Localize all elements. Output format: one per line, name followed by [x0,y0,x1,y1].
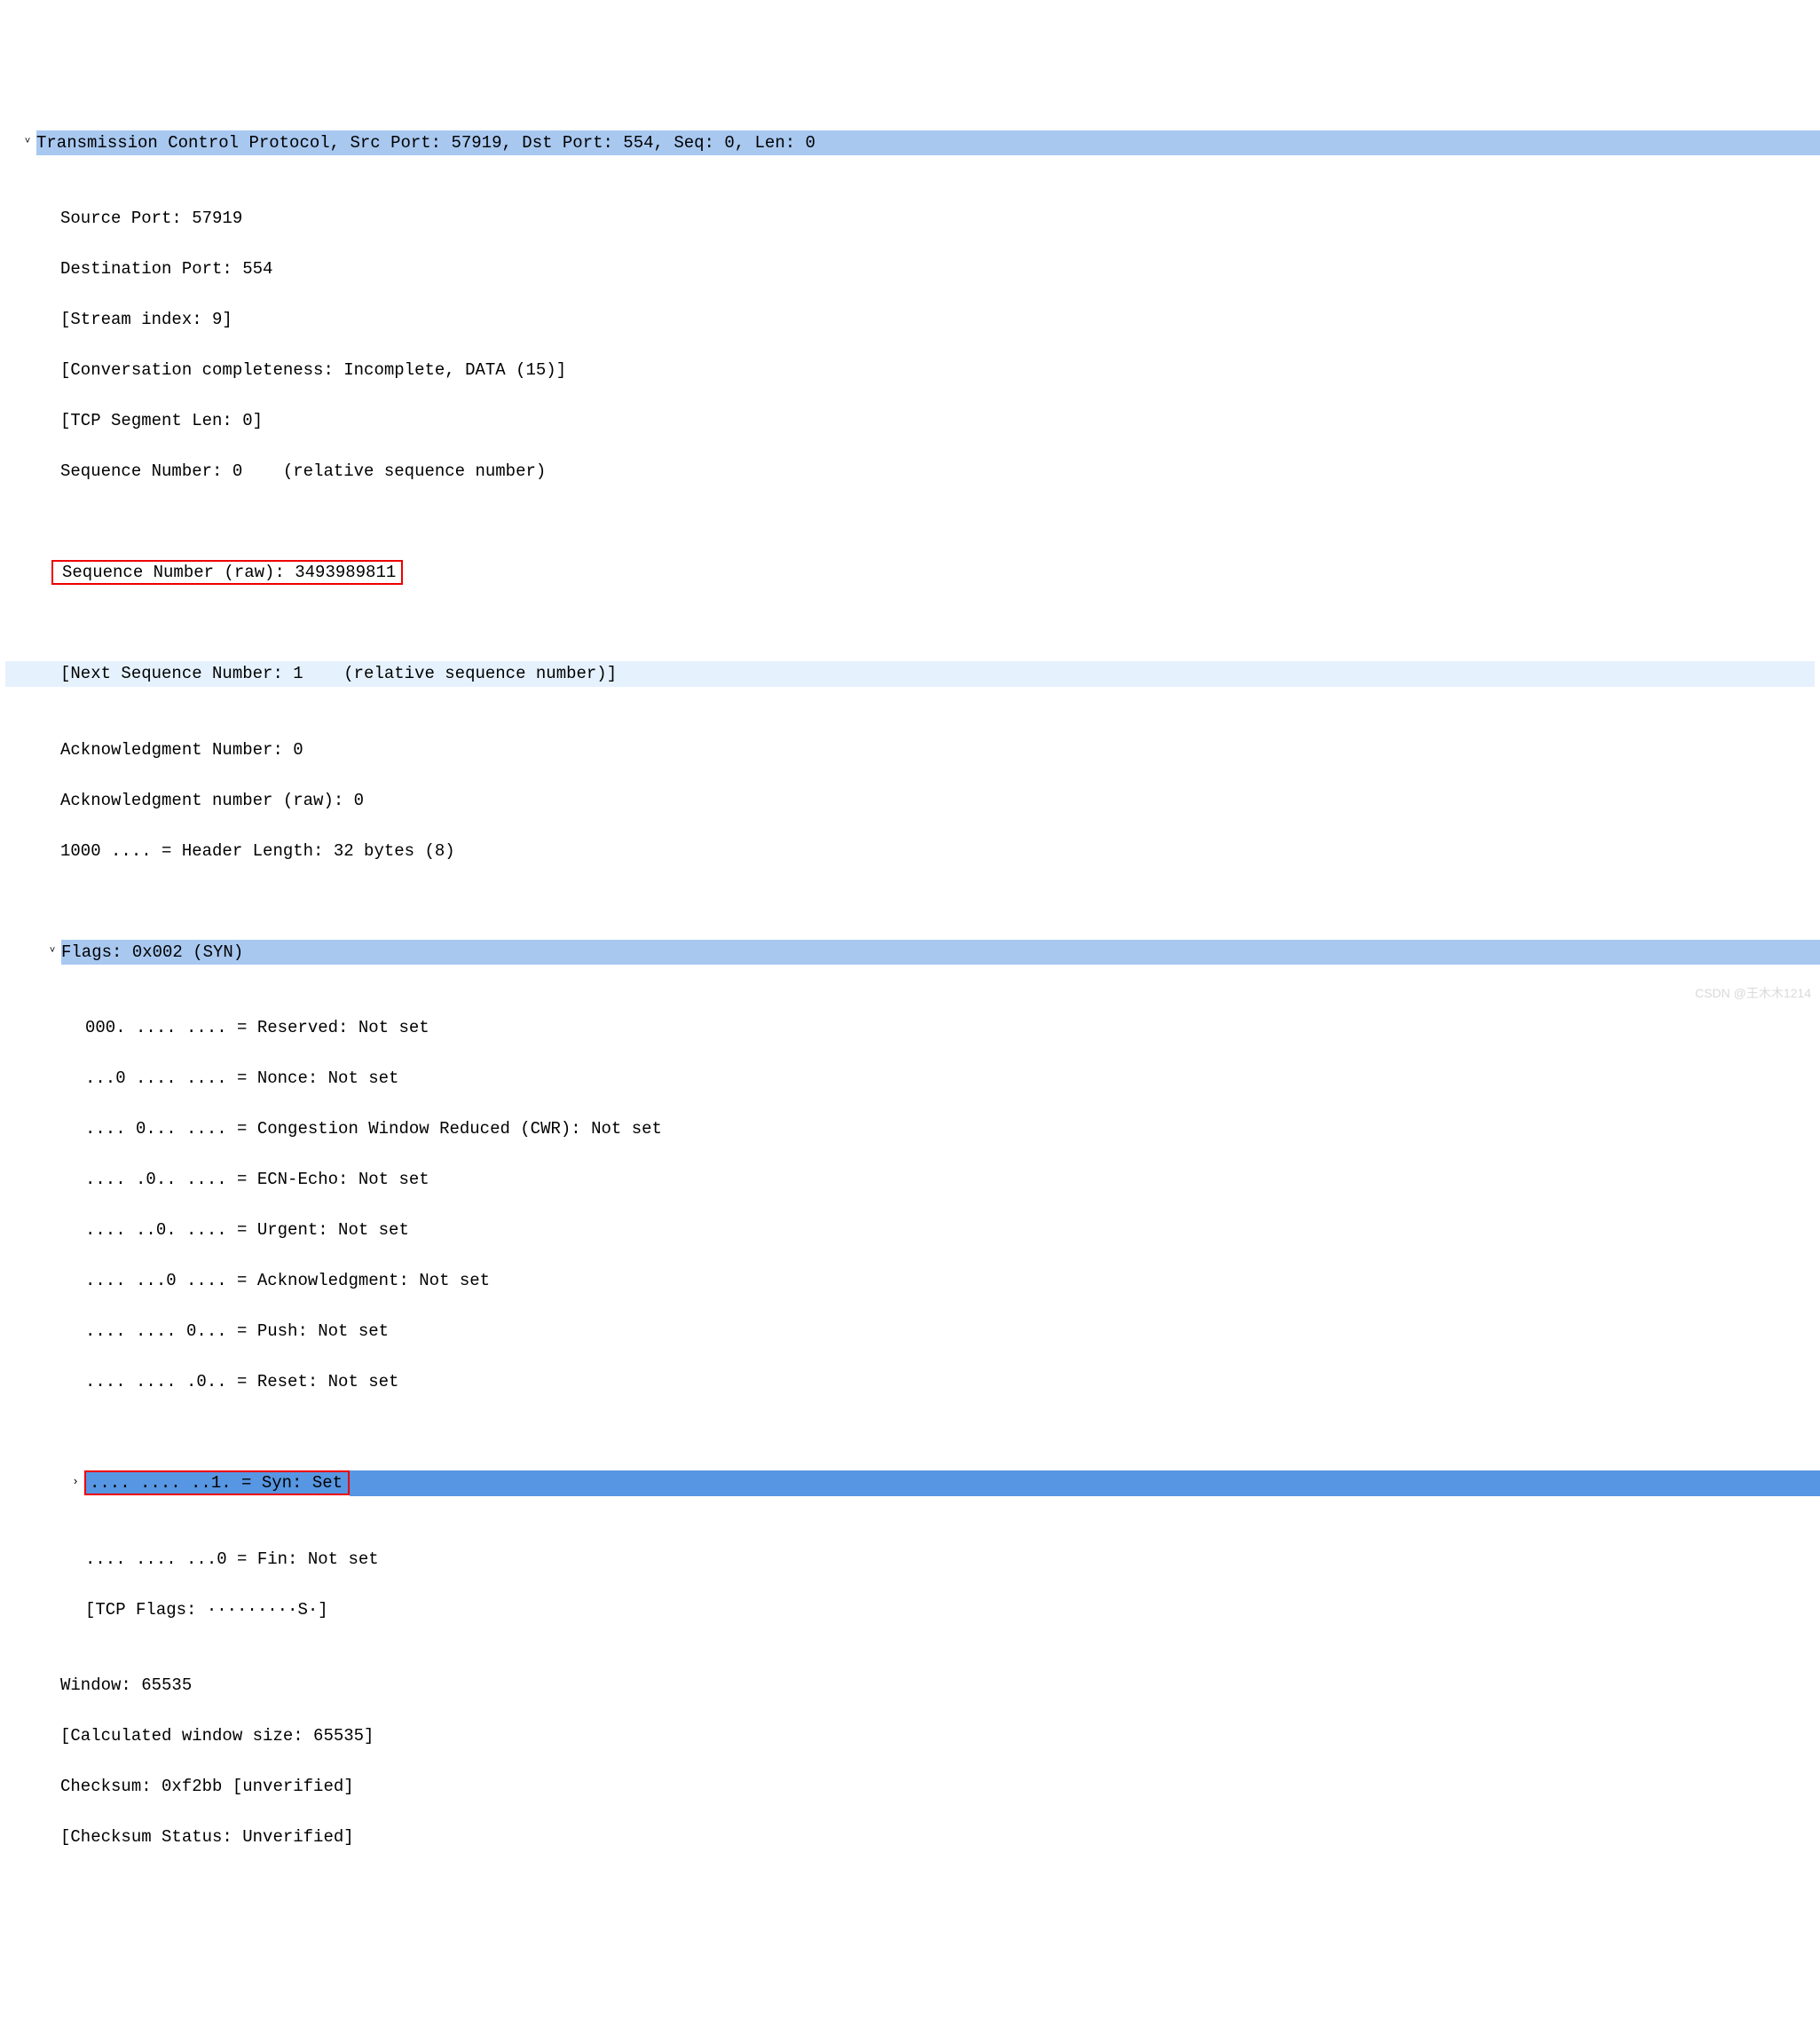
chevron-right-icon[interactable]: › [69,1470,82,1495]
src-port-text: Source Port: 57919 [60,206,242,232]
flag-ack[interactable]: .... ...0 .... = Acknowledgment: Not set [5,1268,1820,1294]
chevron-down-icon[interactable]: ˅ [46,939,59,965]
field-next-seq[interactable]: [Next Sequence Number: 1 (relative seque… [5,661,1815,687]
flag-reserved[interactable]: 000. .... .... = Reserved: Not set [5,1015,1820,1041]
field-conv-complete[interactable]: [Conversation completeness: Incomplete, … [5,358,1820,383]
ack-raw-text: Acknowledgment number (raw): 0 [60,788,364,814]
seq-raw-text: Sequence Number (raw): 3493989811 [62,563,396,582]
flag-cwr[interactable]: .... 0... .... = Congestion Window Reduc… [5,1116,1820,1142]
field-seq-raw-row[interactable]: Sequence Number (raw): 3493989811 [5,560,1820,586]
flag-nonce-text: ...0 .... .... = Nonce: Not set [85,1066,398,1092]
dst-port-text: Destination Port: 554 [60,256,272,282]
flag-reserved-text: 000. .... .... = Reserved: Not set [85,1015,429,1041]
field-dst-port[interactable]: Destination Port: 554 [5,256,1820,282]
field-seq-rel[interactable]: Sequence Number: 0 (relative sequence nu… [5,459,1820,485]
field-ack-num[interactable]: Acknowledgment Number: 0 [5,737,1820,763]
flag-syn-row[interactable]: › .... .... ..1. = Syn: Set [5,1470,1820,1496]
chevron-down-icon[interactable]: ˅ [21,130,34,155]
flags-header-text: Flags: 0x002 (SYN) [61,940,1820,966]
flag-reset[interactable]: .... .... .0.. = Reset: Not set [5,1369,1820,1395]
flag-fin[interactable]: .... .... ...0 = Fin: Not set [5,1547,1820,1573]
flag-ack-text: .... ...0 .... = Acknowledgment: Not set [85,1268,490,1294]
checksum-status-text: [Checksum Status: Unverified] [60,1825,354,1850]
field-checksum[interactable]: Checksum: 0xf2bb [unverified] [5,1774,1820,1800]
flag-ecn-text: .... .0.. .... = ECN-Echo: Not set [85,1167,429,1193]
red-highlight-box-syn: .... .... ..1. = Syn: Set [84,1470,350,1495]
flag-syn-text: .... .... ..1. = Syn: Set [90,1473,343,1493]
field-ack-raw[interactable]: Acknowledgment number (raw): 0 [5,788,1820,814]
flag-fin-text: .... .... ...0 = Fin: Not set [85,1547,379,1573]
field-window[interactable]: Window: 65535 [5,1673,1820,1699]
flag-urgent[interactable]: .... ..0. .... = Urgent: Not set [5,1218,1820,1243]
field-checksum-status[interactable]: [Checksum Status: Unverified] [5,1825,1820,1850]
flags-header-row[interactable]: ˅ Flags: 0x002 (SYN) [5,940,1820,966]
red-highlight-box: Sequence Number (raw): 3493989811 [51,560,403,585]
field-calc-win[interactable]: [Calculated window size: 65535] [5,1723,1820,1749]
syn-row-fill [350,1470,1820,1496]
flag-urgent-text: .... ..0. .... = Urgent: Not set [85,1218,409,1243]
stream-index-text: [Stream index: 9] [60,307,232,333]
flag-reset-text: .... .... .0.. = Reset: Not set [85,1369,398,1395]
window-text: Window: 65535 [60,1673,192,1699]
calc-win-text: [Calculated window size: 65535] [60,1723,374,1749]
hdr-len-text: 1000 .... = Header Length: 32 bytes (8) [60,839,455,864]
flag-cwr-text: .... 0... .... = Congestion Window Reduc… [85,1116,662,1142]
conv-complete-text: [Conversation completeness: Incomplete, … [60,358,566,383]
flag-tcp-flags-text: [TCP Flags: ·········S·] [85,1597,328,1623]
watermark: CSDN @王木木1214 [1695,981,1811,1006]
flag-tcp-flags[interactable]: [TCP Flags: ·········S·] [5,1597,1820,1623]
field-src-port[interactable]: Source Port: 57919 [5,206,1820,232]
flag-ecn[interactable]: .... .0.. .... = ECN-Echo: Not set [5,1167,1820,1193]
next-seq-text: [Next Sequence Number: 1 (relative seque… [60,661,617,687]
field-stream-index[interactable]: [Stream index: 9] [5,307,1820,333]
field-hdr-len[interactable]: 1000 .... = Header Length: 32 bytes (8) [5,839,1820,864]
ack-num-text: Acknowledgment Number: 0 [60,737,303,763]
flag-nonce[interactable]: ...0 .... .... = Nonce: Not set [5,1066,1820,1092]
tcp-header-text: Transmission Control Protocol, Src Port:… [36,130,1820,156]
flag-push-text: .... .... 0... = Push: Not set [85,1319,389,1344]
field-seg-len[interactable]: [TCP Segment Len: 0] [5,408,1820,434]
seq-rel-text: Sequence Number: 0 (relative sequence nu… [60,459,546,485]
flag-push[interactable]: .... .... 0... = Push: Not set [5,1319,1820,1344]
checksum-text: Checksum: 0xf2bb [unverified] [60,1774,354,1800]
seg-len-text: [TCP Segment Len: 0] [60,408,263,434]
tcp-header-row[interactable]: ˅ Transmission Control Protocol, Src Por… [5,130,1820,156]
